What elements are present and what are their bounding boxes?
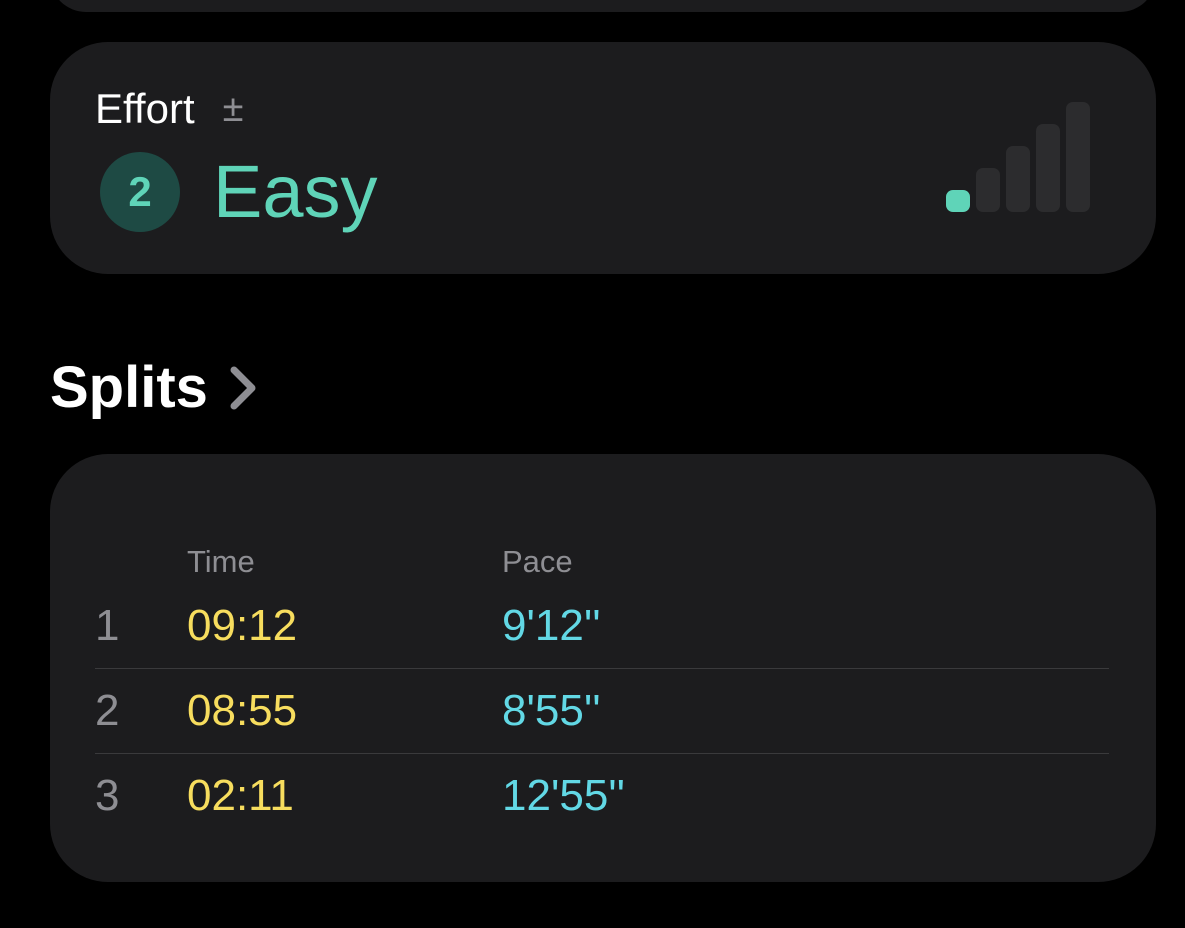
effort-meter-bar xyxy=(1036,124,1060,212)
effort-meter-bar xyxy=(1066,102,1090,212)
split-index: 3 xyxy=(95,771,120,820)
plus-minus-icon[interactable]: ± xyxy=(223,84,244,134)
split-pace: 9'12'' xyxy=(502,601,601,650)
effort-level-number: 2 xyxy=(128,168,152,215)
effort-meter-icon xyxy=(946,102,1090,212)
split-time: 09:12 xyxy=(187,601,298,650)
chevron-right-icon xyxy=(228,365,258,411)
pace-column-header: Pace xyxy=(502,544,573,579)
effort-label: Effort xyxy=(95,85,195,132)
effort-value: 2 Easy xyxy=(100,152,378,232)
splits-header-link[interactable]: Splits xyxy=(50,352,258,424)
effort-meter-bar xyxy=(946,190,970,212)
effort-header: Effort ± xyxy=(95,84,243,134)
split-time: 08:55 xyxy=(187,686,298,735)
split-row: 1 09:12 9'12'' xyxy=(95,584,1109,669)
split-time: 02:11 xyxy=(187,771,294,820)
effort-meter-bar xyxy=(1006,146,1030,212)
splits-table: Time Pace 1 09:12 9'12'' 2 08:55 8'55'' … xyxy=(50,454,1156,882)
effort-level-badge: 2 xyxy=(100,152,180,232)
split-pace: 12'55'' xyxy=(502,771,626,820)
splits-title: Splits xyxy=(50,355,208,420)
split-index: 2 xyxy=(95,686,120,735)
split-pace: 8'55'' xyxy=(502,686,601,735)
time-column-header: Time xyxy=(187,544,255,579)
effort-card[interactable]: Effort ± 2 Easy xyxy=(50,42,1156,274)
split-index: 1 xyxy=(95,601,120,650)
effort-level-text: Easy xyxy=(213,150,378,233)
split-row: 3 02:11 12'55'' xyxy=(95,754,1109,838)
effort-meter-bar xyxy=(976,168,1000,212)
split-row: 2 08:55 8'55'' xyxy=(95,669,1109,754)
previous-card xyxy=(50,0,1156,12)
